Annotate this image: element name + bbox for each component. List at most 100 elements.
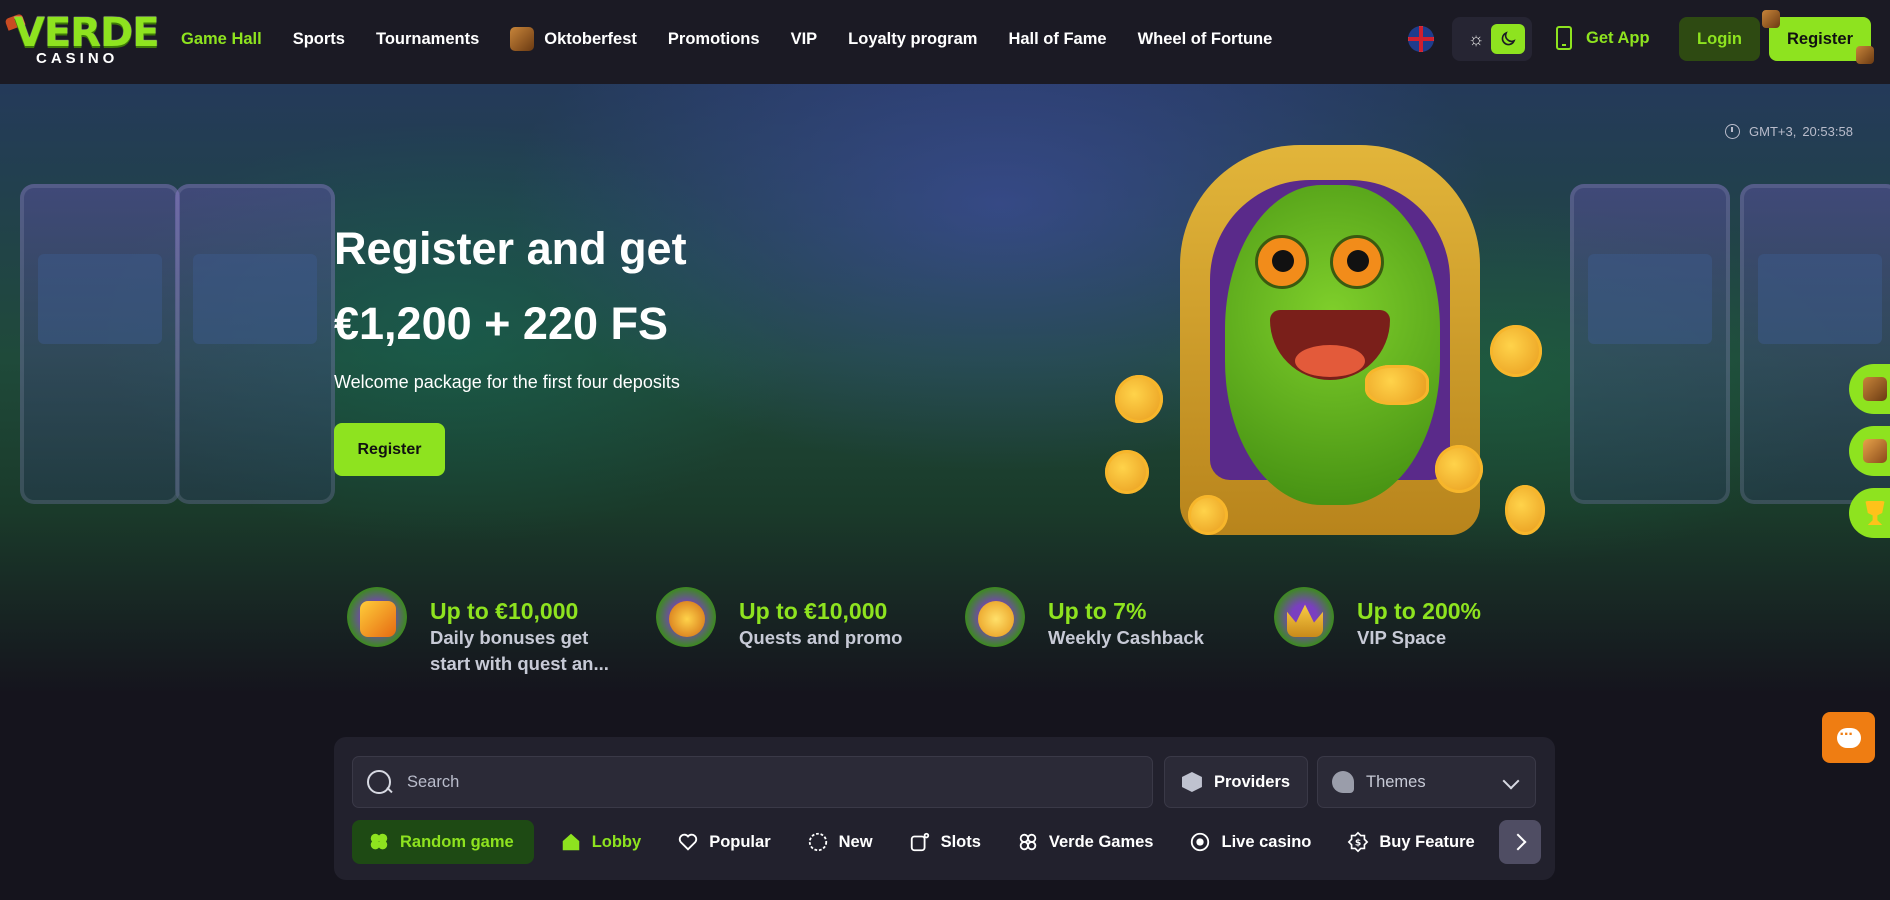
gold-coin xyxy=(1505,485,1545,535)
verde-casino-logo[interactable]: VERDE CASINO xyxy=(4,10,160,68)
moon-icon[interactable] xyxy=(1491,24,1525,54)
clover-icon xyxy=(370,833,388,850)
tab-popular[interactable]: Popular xyxy=(665,820,782,864)
coins-icon xyxy=(960,585,1030,655)
themes-dropdown[interactable]: Themes xyxy=(1317,756,1536,808)
promo-desc: Quests and promo xyxy=(739,627,903,648)
treasure-chest-icon xyxy=(1863,439,1887,463)
search-input[interactable] xyxy=(405,771,1109,793)
new-badge-icon xyxy=(808,832,827,852)
promo-quests[interactable]: Up to €10,000 Quests and promo xyxy=(651,585,902,655)
themes-label: Themes xyxy=(1366,772,1426,791)
gold-coin xyxy=(1115,375,1163,423)
promo-desc: Weekly Cashback xyxy=(1048,627,1204,648)
get-app-label: Get App xyxy=(1586,28,1650,47)
tab-live-casino-label: Live casino xyxy=(1221,832,1312,851)
crown-icon xyxy=(1269,585,1339,655)
promo-text: Up to 7% Weekly Cashback xyxy=(1048,585,1204,655)
tab-lobby-label: Lobby xyxy=(591,832,642,851)
hero-banner xyxy=(0,84,1890,694)
promo-title: Up to €10,000 xyxy=(430,598,579,624)
bg-slot-machine xyxy=(175,184,335,504)
gold-coin xyxy=(1435,445,1483,493)
phone-icon xyxy=(1556,26,1572,50)
tab-random-game-label: Random game xyxy=(400,832,514,851)
promo-text: Up to €10,000 Daily bonuses get start wi… xyxy=(430,585,609,677)
sun-icon[interactable]: ☼ xyxy=(1462,25,1490,53)
providers-button[interactable]: Providers xyxy=(1164,756,1308,808)
chat-support-button[interactable] xyxy=(1822,712,1875,763)
promo-desc-line2: start with quest an... xyxy=(430,653,609,674)
nav-sports[interactable]: Sports xyxy=(293,30,345,49)
tab-live-casino[interactable]: Live casino xyxy=(1177,820,1323,864)
tab-slots-label: Slots xyxy=(940,832,981,851)
promo-daily-bonuses[interactable]: Up to €10,000 Daily bonuses get start wi… xyxy=(342,585,609,677)
categories-next-button[interactable] xyxy=(1498,820,1541,864)
tab-slots[interactable]: Slots xyxy=(897,820,993,864)
hero-register-button[interactable]: Register xyxy=(334,423,445,476)
monster-eye xyxy=(1255,235,1309,289)
nav-loyalty-program[interactable]: Loyalty program xyxy=(848,30,977,49)
monster-tongue xyxy=(1295,345,1365,377)
heart-icon xyxy=(679,833,698,851)
nav-oktoberfest[interactable]: Oktoberfest xyxy=(510,27,637,51)
promo-cashback[interactable]: Up to 7% Weekly Cashback xyxy=(960,585,1204,655)
promo-title: Up to 200% xyxy=(1357,598,1481,624)
live-icon xyxy=(1191,832,1210,852)
gift-icon xyxy=(342,585,412,655)
login-button[interactable]: Login xyxy=(1679,17,1760,61)
bg-slot-screen xyxy=(1758,254,1882,344)
nav-wheel-of-fortune[interactable]: Wheel of Fortune xyxy=(1138,30,1273,49)
logo-subtitle: CASINO xyxy=(36,50,119,67)
promo-title: Up to 7% xyxy=(1048,598,1147,624)
bonus-chest-icon xyxy=(1863,377,1887,401)
tab-random-game[interactable]: Random game xyxy=(352,820,534,864)
dollar-icon: $ xyxy=(1348,831,1369,853)
chevron-down-icon xyxy=(1502,772,1520,790)
time-zone: GMT+3, xyxy=(1749,124,1797,139)
coin-pile xyxy=(1365,365,1429,405)
theme-toggle[interactable]: ☼ xyxy=(1452,17,1532,61)
verde-games-icon xyxy=(1019,833,1037,851)
oktoberfest-icon xyxy=(510,27,535,51)
bg-slot-screen xyxy=(38,254,162,344)
get-app-link[interactable]: Get App xyxy=(1556,26,1650,50)
providers-label: Providers xyxy=(1213,772,1291,791)
promo-vip[interactable]: Up to 200% VIP Space xyxy=(1269,585,1481,655)
trophy-icon xyxy=(1865,501,1885,525)
monster-eye xyxy=(1330,235,1384,289)
tab-buy-feature[interactable]: $ Buy Feature xyxy=(1335,820,1486,864)
promo-text: Up to 200% VIP Space xyxy=(1357,585,1481,655)
gold-coin xyxy=(1490,325,1542,377)
tab-verde-games-label: Verde Games xyxy=(1048,832,1154,851)
tab-verde-games[interactable]: Verde Games xyxy=(1005,820,1166,864)
compass-icon xyxy=(651,585,721,655)
tab-lobby[interactable]: Lobby xyxy=(548,820,654,864)
nav-hall-of-fame[interactable]: Hall of Fame xyxy=(1008,30,1106,49)
nav-promotions[interactable]: Promotions xyxy=(668,30,760,49)
category-tabs: Random game Lobby Popular New Slots Verd… xyxy=(352,820,1541,864)
cube-icon xyxy=(1181,772,1202,792)
compass-icon-face xyxy=(669,601,705,637)
tab-buy-feature-label: Buy Feature xyxy=(1379,832,1475,851)
bg-slot-machine xyxy=(20,184,180,504)
nav-tournaments[interactable]: Tournaments xyxy=(376,30,479,49)
bg-slot-screen xyxy=(193,254,317,344)
search-box[interactable] xyxy=(352,756,1153,808)
themes-icon xyxy=(1332,771,1354,793)
monster-on-throne-illustration xyxy=(1100,125,1560,555)
clock-icon xyxy=(1725,124,1740,139)
uk-flag-icon[interactable] xyxy=(1408,26,1434,52)
clock-display: GMT+3, 20:53:58 xyxy=(1725,124,1853,139)
tab-new-label: New xyxy=(838,832,873,851)
register-beer-icon xyxy=(1856,46,1874,64)
nav-oktoberfest-label: Oktoberfest xyxy=(544,29,637,48)
nav-game-hall[interactable]: Game Hall xyxy=(181,30,262,49)
svg-text:$: $ xyxy=(1355,838,1361,849)
top-header: VERDE CASINO Game Hall Sports Tournament… xyxy=(0,0,1890,84)
nav-vip[interactable]: VIP xyxy=(791,30,818,49)
register-chest-icon xyxy=(1762,10,1780,28)
tab-new[interactable]: New xyxy=(795,820,885,864)
gift-icon-box xyxy=(360,601,396,637)
header-register-label: Register xyxy=(1786,29,1854,48)
